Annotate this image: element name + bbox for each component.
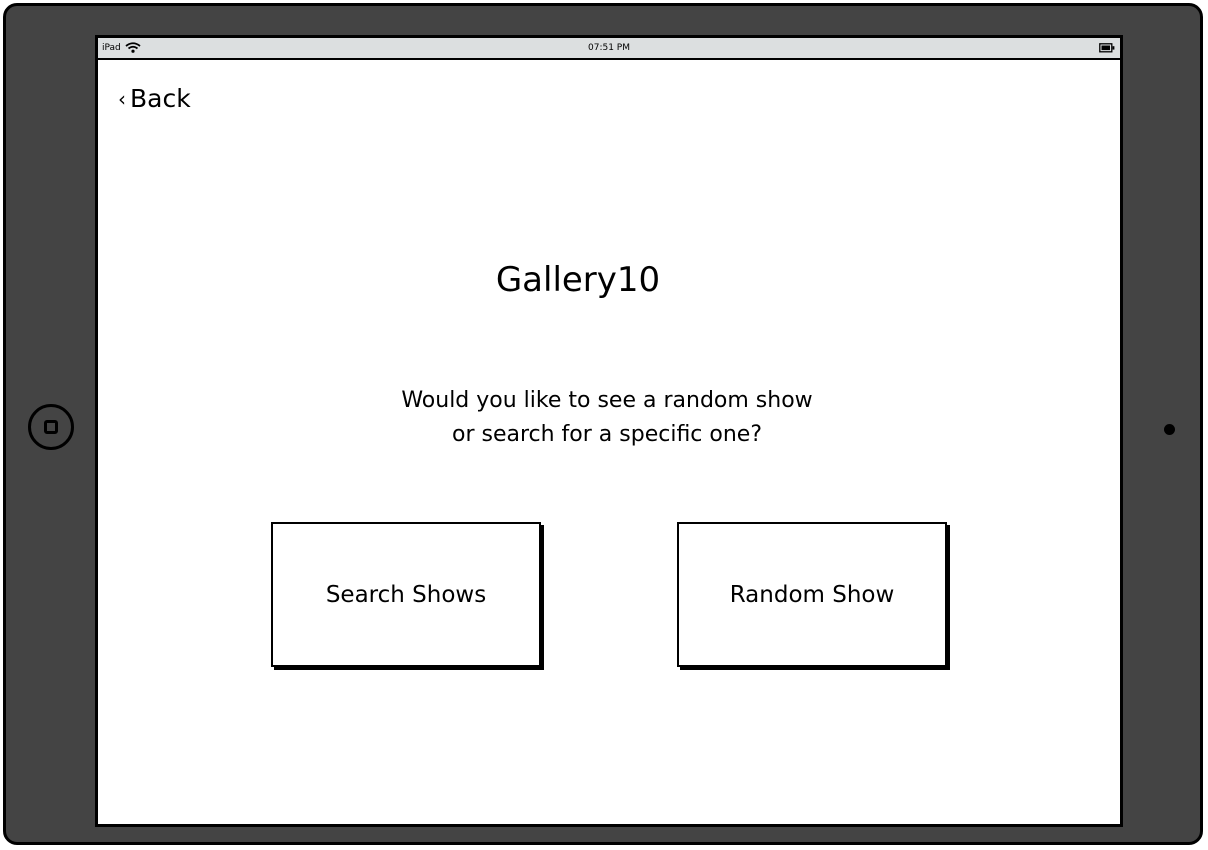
- ipad-frame: iPad 07:51 PM ‹ Back Gallery10 Would you…: [3, 3, 1203, 845]
- page-title: Gallery10: [495, 260, 661, 300]
- search-shows-button[interactable]: Search Shows: [271, 522, 541, 667]
- battery-icon: [1099, 43, 1115, 56]
- chevron-left-icon: ‹: [118, 86, 126, 111]
- back-label: Back: [130, 84, 191, 113]
- search-shows-label: Search Shows: [325, 581, 487, 608]
- status-time: 07:51 PM: [588, 43, 630, 53]
- camera-icon: [1164, 424, 1175, 435]
- question-text: Would you like to see a random show or s…: [98, 384, 1120, 452]
- random-show-label: Random Show: [729, 581, 895, 608]
- random-show-button[interactable]: Random Show: [677, 522, 947, 667]
- home-square-icon: [44, 420, 58, 434]
- question-line-1: Would you like to see a random show: [401, 388, 813, 413]
- question-line-2: or search for a specific one?: [451, 422, 763, 447]
- home-button-icon[interactable]: [28, 404, 74, 450]
- status-bar: iPad 07:51 PM: [98, 38, 1120, 60]
- back-button[interactable]: ‹ Back: [118, 84, 191, 113]
- screen: iPad 07:51 PM ‹ Back Gallery10 Would you…: [95, 35, 1123, 827]
